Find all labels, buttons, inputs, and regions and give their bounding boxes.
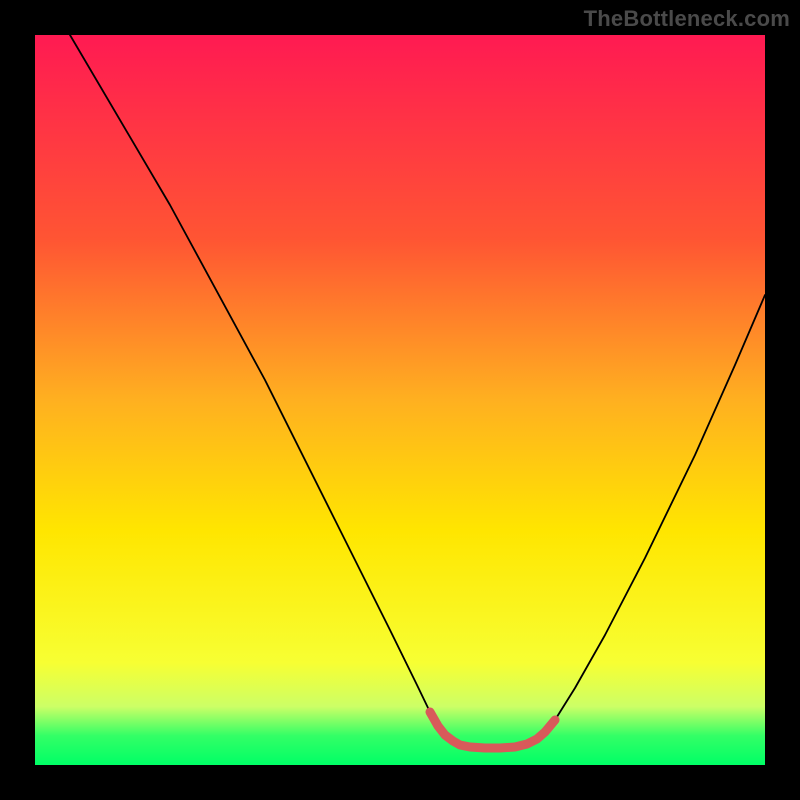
red-trough-curve xyxy=(430,712,555,748)
chart-frame: TheBottleneck.com xyxy=(0,0,800,800)
watermark-text: TheBottleneck.com xyxy=(584,6,790,32)
curve-layer xyxy=(35,35,765,765)
black-curve xyxy=(70,35,765,748)
plot-area xyxy=(35,35,765,765)
